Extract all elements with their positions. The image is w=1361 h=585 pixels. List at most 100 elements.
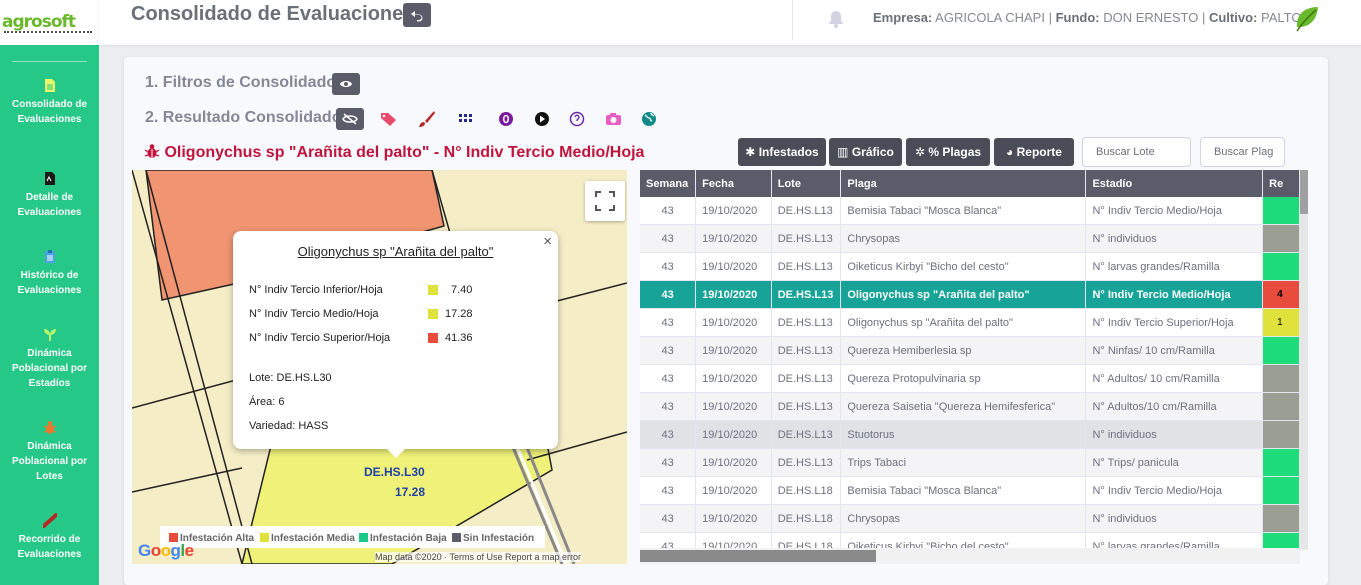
reporte-button[interactable]: ◕ Reporte (994, 138, 1074, 166)
cell-fecha: 19/10/2020 (695, 448, 772, 477)
resultado-section-title: 2. Resultado Consolidado (145, 109, 342, 126)
cell-fecha: 19/10/2020 (695, 336, 772, 365)
table-row[interactable]: 43 19/10/2020 DE.HS.L13 Oligonychus sp "Ara… (640, 308, 1300, 337)
cell-fecha: 19/10/2020 (695, 252, 772, 281)
sidebar: agrosoft Consolidado de Evaluaciones Det… (0, 0, 99, 585)
table-row[interactable]: 43 19/10/2020 DE.HS.L13 Trips Tabaci N° Trip… (640, 448, 1300, 477)
cell-lote: DE.HS.L13 (771, 364, 842, 393)
cell-plaga: Quereza Protopulvinaria sp (840, 364, 1087, 393)
main-card: 1. Filtros de Consolidado 2. Resultado C… (124, 57, 1328, 585)
cell-semana: 43 (640, 392, 697, 421)
globe-icon[interactable] (641, 110, 658, 128)
col-semana[interactable]: Semana (640, 170, 697, 197)
col-estadio[interactable]: Estadío (1085, 170, 1264, 197)
table-header-row: Semana Fecha Lote Plaga Estadío Re (640, 170, 1300, 197)
horizontal-scrollbar[interactable] (640, 548, 1300, 564)
zero-circle-icon[interactable] (498, 110, 515, 128)
sidebar-item-historico[interactable]: Histórico de Evaluaciones (0, 249, 99, 298)
cell-plaga: Oligonychus sp "Arañita del palto" (840, 280, 1087, 309)
table-row[interactable]: 43 19/10/2020 DE.HS.L13 Quereza Saisetia "Q… (640, 392, 1300, 421)
col-lote[interactable]: Lote (771, 170, 842, 197)
scroll-thumb[interactable] (640, 550, 876, 562)
reporte-label: Reporte (1016, 145, 1062, 159)
grid-icon[interactable] (458, 110, 475, 128)
cell-plaga: Oiketicus Kirbyi "Bicho del cesto" (840, 252, 1087, 281)
polygon-value: 17.28 (395, 485, 426, 499)
table-row[interactable]: 43 19/10/2020 DE.HS.L13 Chrysopas N° individ… (640, 224, 1300, 253)
camera-icon[interactable] (605, 110, 622, 128)
sidebar-item-dinamica-estadios[interactable]: Dinámica Poblacional por Estadíos (0, 327, 99, 391)
cell-plaga: Quereza Hemiberlesia sp (840, 336, 1087, 365)
col-fecha[interactable]: Fecha (695, 170, 772, 197)
cultivo-label: Cultivo: (1208, 10, 1258, 25)
cell-plaga: Stuotorus (840, 420, 1087, 449)
grafico-button[interactable]: ▥ Gráfico (829, 138, 902, 166)
tags-icon[interactable] (380, 110, 397, 128)
legend-swatch (359, 533, 368, 542)
toggle-filtros-button[interactable] (332, 73, 360, 95)
cell-lote: DE.HS.L18 (771, 476, 842, 505)
eye-icon (340, 81, 352, 87)
google-logo: Google (138, 541, 194, 560)
polygon-label: DE.HS.L30 (364, 465, 425, 479)
toggle-resultado-button[interactable] (336, 108, 364, 130)
popup-row-label: N° Indiv Tercio Medio/Hoja (249, 308, 379, 320)
map-attribution[interactable]: Map data ©2020 · Terms of Use Report a m… (375, 552, 582, 562)
buscar-lote-input[interactable]: Buscar Lote (1082, 137, 1191, 167)
table-row[interactable]: 43 19/10/2020 DE.HS.L13 Quereza Protopulvin… (640, 364, 1300, 393)
plagas-button[interactable]: ✲ % Plagas (906, 138, 990, 166)
question-circle-icon[interactable] (569, 110, 586, 128)
cell-lote: DE.HS.L13 (771, 197, 842, 225)
scroll-thumb[interactable] (1300, 170, 1308, 214)
map-view[interactable]: × Oligonychus sp "Arañita del palto" N° … (132, 170, 627, 564)
bell-icon[interactable] (828, 10, 844, 28)
sidebar-item-dinamica-lotes[interactable]: Dinámica Poblacional por Lotes (0, 420, 99, 484)
legend-item-media: Infestación Media (260, 533, 355, 544)
infestados-button[interactable]: ✱ Infestados (738, 138, 826, 166)
col-plaga[interactable]: Plaga (840, 170, 1087, 197)
cell-lote: DE.HS.L13 (771, 448, 842, 477)
popup-row-swatch (428, 285, 438, 295)
buscar-plaga-input[interactable]: Buscar Plag (1200, 137, 1285, 167)
results-table: Semana Fecha Lote Plaga Estadío Re 43 19/… (640, 170, 1300, 561)
paint-brush-icon[interactable] (418, 110, 435, 128)
popup-row-label: N° Indiv Tercio Inferior/Hoja (249, 284, 383, 296)
legend-label: Infestación Baja (370, 533, 447, 544)
cell-infestation-swatch: 1 (1262, 308, 1300, 337)
back-button[interactable] (403, 3, 431, 27)
cell-infestation-swatch (1262, 364, 1300, 393)
logo-underline (4, 31, 92, 36)
sidebar-item-recorrido[interactable]: Recorrido de Evaluaciones (0, 513, 99, 562)
cell-plaga: Oligonychus sp "Arañita del palto" (840, 308, 1087, 337)
table-row[interactable]: 43 19/10/2020 DE.HS.L13 Quereza Hemiberlesi… (640, 336, 1300, 365)
table-row[interactable]: 43 19/10/2020 DE.HS.L13 Bemisia Tabaci "Mos… (640, 197, 1300, 225)
sidebar-item-label: Dinámica Poblacional por Lotes (11, 441, 87, 482)
fullscreen-button[interactable] (585, 181, 625, 221)
cell-fecha: 19/10/2020 (695, 420, 772, 449)
table-body: 43 19/10/2020 DE.HS.L13 Bemisia Tabaci "Mos… (640, 197, 1300, 561)
page-title: Consolidado de Evaluaciones (131, 3, 415, 25)
table-row[interactable]: 43 19/10/2020 DE.HS.L13 Oligonychus sp "Ara… (640, 280, 1300, 309)
col-re[interactable]: Re (1262, 170, 1300, 197)
table-row[interactable]: 43 19/10/2020 DE.HS.L13 Oiketicus Kirbyi "B… (640, 252, 1300, 281)
table-row[interactable]: 43 19/10/2020 DE.HS.L13 Stuotorus N° individ… (640, 420, 1300, 449)
cell-plaga: Chrysopas (840, 504, 1087, 533)
vertical-scrollbar[interactable] (1300, 170, 1308, 550)
sidebar-item-detalle[interactable]: Detalle de Evaluaciones (0, 171, 99, 220)
cell-estadio: N° Indiv Tercio Medio/Hoja (1085, 280, 1264, 309)
brand-logo[interactable]: agrosoft (0, 0, 99, 45)
results-table-container[interactable]: Semana Fecha Lote Plaga Estadío Re 43 19/… (640, 170, 1300, 564)
table-row[interactable]: 43 19/10/2020 DE.HS.L18 Chrysopas N° individ… (640, 504, 1300, 533)
sidebar-item-consolidado[interactable]: Consolidado de Evaluaciones (0, 78, 99, 127)
bug-icon (144, 144, 160, 158)
empresa-value: AGRICOLA CHAPI (935, 10, 1045, 25)
popup-row-swatch (428, 333, 438, 343)
seedling-icon (43, 329, 56, 341)
cell-semana: 43 (640, 224, 697, 253)
undo-icon (411, 11, 423, 22)
table-row[interactable]: 43 19/10/2020 DE.HS.L18 Bemisia Tabaci "Mos… (640, 476, 1300, 505)
play-circle-icon[interactable] (534, 110, 551, 128)
bug-icon: ✲ (914, 145, 929, 159)
cell-estadio: N° Indiv Tercio Medio/Hoja (1085, 476, 1264, 505)
cell-semana: 43 (640, 308, 697, 337)
